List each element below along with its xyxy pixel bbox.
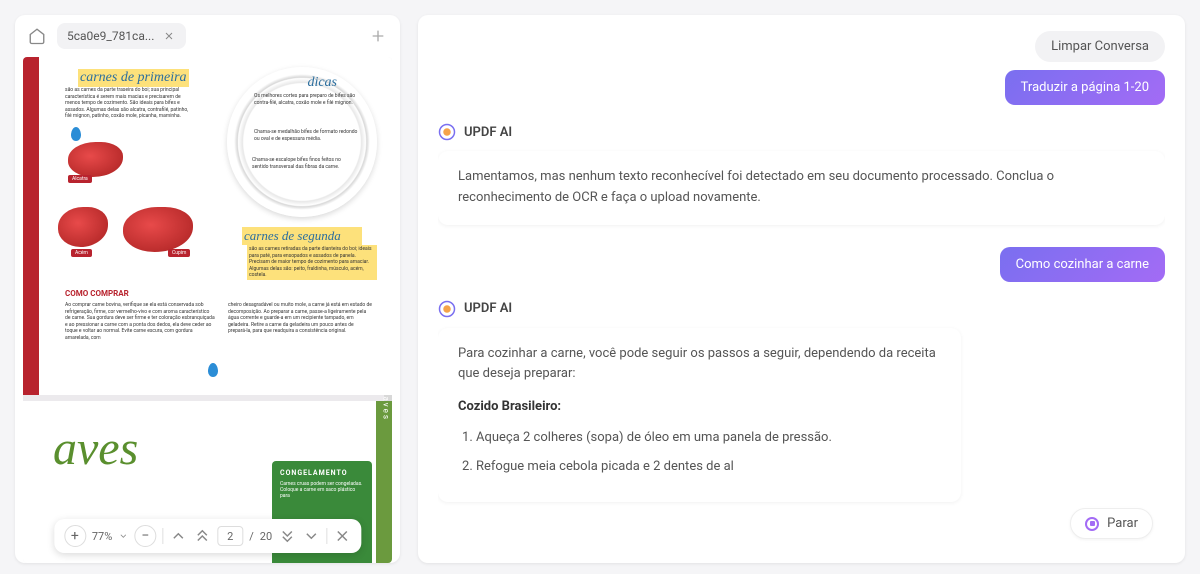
stop-label: Parar [1107, 516, 1138, 531]
separator [326, 528, 327, 544]
updf-ai-logo-icon [438, 123, 456, 141]
bulb-icon [71, 127, 81, 141]
viewer-toolbar: + 77% − / 20 [54, 519, 361, 553]
ai-message-2-title: Cozido Brasileiro: [458, 399, 561, 414]
page-down-icon[interactable] [302, 527, 320, 545]
page-up-icon[interactable] [169, 527, 187, 545]
meat-label-acem: Acém [71, 249, 92, 257]
buy-text-col1: Ao comprar carne bovina, verifique se el… [65, 302, 215, 341]
meat-image-2 [58, 207, 108, 247]
zoom-level: 77% [92, 530, 112, 543]
ai-header-1: UPDF AI [438, 123, 1165, 141]
tab-close-button[interactable] [162, 29, 176, 43]
user-message-2: Como cozinhar a carne [1000, 247, 1165, 282]
step-2: Refogue meia cebola picada e 2 dentes de… [476, 457, 941, 478]
page-current-input[interactable] [217, 526, 243, 546]
ai-name-label: UPDF AI [464, 125, 512, 140]
ai-message-2: Para cozinhar a carne, você pode seguir … [438, 328, 961, 502]
ai-message-2-intro: Para cozinhar a carne, você pode seguir … [458, 344, 941, 386]
document-viewer-pane: 5ca0e9_781ca... carnes carnes de primeir… [15, 15, 400, 563]
clear-conversation-button[interactable]: Limpar Conversa [1035, 31, 1165, 62]
last-page-icon[interactable] [278, 527, 296, 545]
home-icon [28, 27, 46, 45]
chevron-down-icon[interactable] [118, 531, 128, 541]
first-page-icon[interactable] [193, 527, 211, 545]
tip-text-1: Os melhores cortes para preparo de bifes… [254, 93, 364, 106]
home-button[interactable] [25, 24, 49, 48]
congelamento-text: Carnes cruas podem ser congeladas. Coloq… [280, 481, 364, 499]
side-stripe-carnes: carnes [23, 57, 39, 395]
heading-carnes-primeira: carnes de primeira [78, 69, 189, 87]
stop-icon [1085, 517, 1099, 531]
user-message-1: Traduzir a página 1-20 [1005, 70, 1165, 105]
close-icon [163, 30, 175, 42]
side-stripe-aves: aves [376, 401, 392, 563]
close-toolbar-icon[interactable] [333, 527, 351, 545]
section-como-comprar: COMO COMPRAR [65, 289, 129, 298]
tab-bar: 5ca0e9_781ca... [15, 15, 400, 57]
text-carnes-primeira-desc: são as carnes da parte traseira do boi; … [65, 87, 195, 120]
bulb-icon-2 [208, 363, 218, 377]
plate-illustration [227, 67, 377, 217]
chat-pane: Limpar Conversa Traduzir a página 1-20 U… [418, 15, 1185, 563]
meat-image-3 [123, 207, 193, 252]
pdf-viewer[interactable]: carnes carnes de primeira são as carnes … [23, 57, 392, 563]
tip-text-3: Chama-se escalope bifes finos feitos no … [252, 157, 352, 170]
meat-label-alcatra: Alcatra [68, 175, 92, 183]
document-tab[interactable]: 5ca0e9_781ca... [57, 23, 186, 49]
step-1: Aqueça 2 colheres (sopa) de óleo em uma … [476, 428, 941, 449]
plus-icon [370, 28, 386, 44]
add-tab-button[interactable] [366, 24, 390, 48]
tip-text-2: Chama-se medalhão bifes de formato redon… [254, 129, 364, 142]
pdf-page-1: carnes carnes de primeira são as carnes … [23, 57, 392, 395]
zoom-out-button[interactable]: − [134, 525, 156, 547]
heading-aves: aves [53, 421, 138, 476]
chat-header: Limpar Conversa [438, 31, 1165, 62]
ai-name-label: UPDF AI [464, 301, 512, 316]
heading-carnes-segunda: carnes de segunda [242, 227, 362, 245]
tab-filename: 5ca0e9_781ca... [67, 29, 154, 43]
meat-image-1 [68, 142, 123, 177]
congelamento-title: CONGELAMENTO [280, 469, 364, 477]
buy-text-col2: cheiro desagradável ou muito mole, a car… [228, 302, 373, 335]
meat-label-cupim: Cupim [168, 249, 190, 257]
ai-message-2-steps: Aqueça 2 colheres (sopa) de óleo em uma … [458, 428, 941, 478]
text-carnes-segunda-desc: são as carnes retiradas da parte diantei… [247, 245, 377, 280]
zoom-in-button[interactable]: + [64, 525, 86, 547]
chat-messages[interactable]: Traduzir a página 1-20 UPDF AI Lamentamo… [438, 62, 1165, 547]
heading-dicas: dicas [307, 75, 337, 91]
page-total: 20 [260, 530, 272, 543]
page-separator: / [249, 530, 254, 543]
ai-message-1: Lamentamos, mas nenhum texto reconhecíve… [438, 151, 1165, 225]
updf-ai-logo-icon [438, 300, 456, 318]
stop-button[interactable]: Parar [1070, 508, 1153, 539]
separator [162, 528, 163, 544]
ai-header-2: UPDF AI [438, 300, 1165, 318]
